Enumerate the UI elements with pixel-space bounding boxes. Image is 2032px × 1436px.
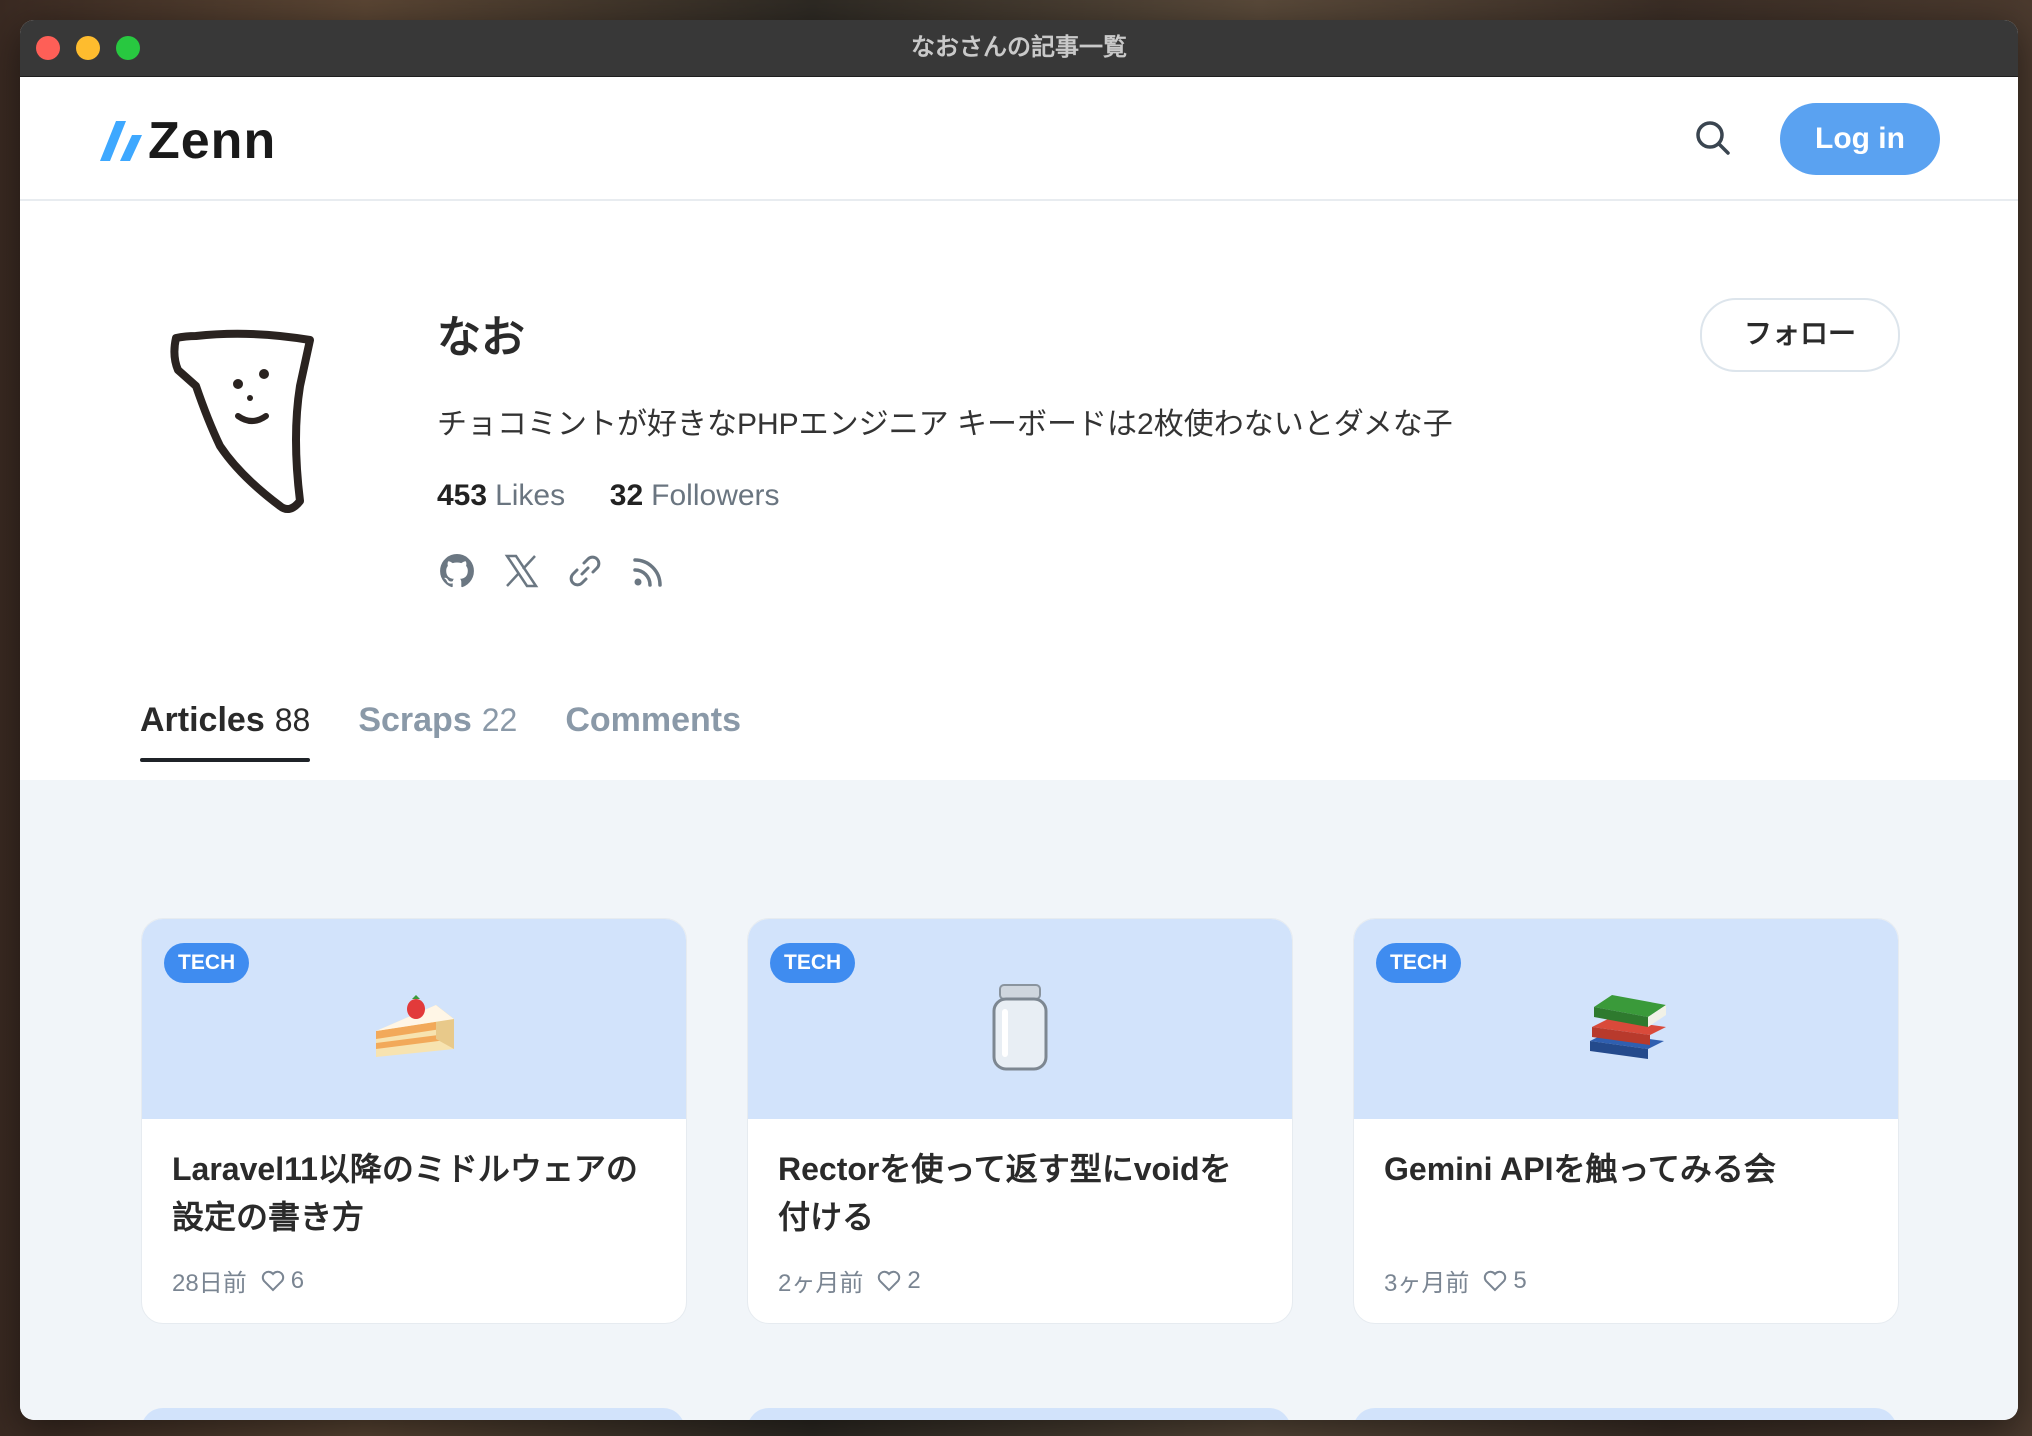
article-meta: 28日前 6 — [172, 1263, 304, 1298]
tech-badge[interactable]: TECH — [1376, 943, 1462, 983]
zenn-logo[interactable]: Zenn — [100, 111, 276, 171]
search-icon — [1696, 121, 1730, 155]
article-time: 28日前 — [172, 1270, 247, 1297]
article-likes: 6 — [290, 1266, 305, 1294]
heart-icon — [1484, 1270, 1507, 1291]
x-icon — [504, 554, 539, 588]
tech-badge[interactable]: TECH — [164, 943, 250, 983]
tab-articles-label: Articles — [140, 701, 265, 739]
x-link[interactable] — [501, 551, 541, 591]
article-card-header: TECH — [142, 919, 686, 1119]
article-card[interactable]: TECH Laravel11以降のミドルウェアの設定の書き方 28日前 6 — [141, 918, 687, 1324]
article-time: 2ヶ月前 — [778, 1270, 864, 1297]
site-header: Zenn Log in — [20, 77, 2018, 201]
article-list: TECH Laravel11以降のミドルウェアの設定の書き方 28日前 6 TE… — [20, 780, 2018, 1420]
title-bar: なおさんの記事一覧 — [20, 20, 2018, 77]
login-button[interactable]: Log in — [1780, 103, 1940, 175]
tab-articles[interactable]: Articles 88 — [140, 701, 311, 762]
article-card-header: TECH — [748, 919, 1292, 1119]
article-time: 3ヶ月前 — [1384, 1270, 1470, 1297]
article-card-partial[interactable] — [1353, 1408, 1897, 1420]
social-links — [437, 551, 669, 591]
likes-count: 453 — [437, 479, 488, 512]
window-title: なおさんの記事一覧 — [911, 34, 1127, 61]
profile-bio: チョコミントが好きなPHPエンジニア キーボードは2枚使わないとダメな子 — [437, 408, 1453, 441]
profile-name: なお — [437, 313, 525, 362]
followers-label[interactable]: Followers — [651, 479, 779, 512]
rss-link[interactable] — [629, 551, 669, 591]
tab-comments-label: Comments — [565, 701, 742, 739]
article-card-partial[interactable] — [747, 1408, 1291, 1420]
github-icon — [440, 554, 474, 588]
article-card-header: TECH — [1354, 919, 1898, 1119]
github-link[interactable] — [437, 551, 477, 591]
tab-articles-count: 88 — [274, 702, 311, 738]
heart-icon — [878, 1270, 901, 1291]
profile-stats: 453 Likes 32 Followers — [437, 479, 780, 513]
search-button[interactable] — [1690, 115, 1738, 163]
profile-tabs: Articles 88 Scraps 22 Comments — [140, 701, 741, 762]
article-likes: 2 — [907, 1266, 921, 1294]
books-icon — [1590, 995, 1666, 1059]
tab-scraps-label: Scraps — [358, 701, 472, 739]
follow-button[interactable]: フォロー — [1700, 298, 1900, 372]
tab-scraps-count: 22 — [481, 702, 518, 738]
article-card[interactable]: TECH Gemini APIを触ってみる会 3ヶ月前 5 — [1353, 918, 1899, 1324]
article-card-partial[interactable] — [141, 1408, 685, 1420]
article-meta: 3ヶ月前 5 — [1384, 1263, 1527, 1298]
cake-icon — [376, 995, 454, 1057]
avatar — [170, 329, 314, 514]
zenn-logo-icon — [100, 121, 142, 161]
tech-badge[interactable]: TECH — [770, 943, 856, 983]
article-title[interactable]: Gemini APIを触ってみる会 — [1384, 1145, 1864, 1193]
rss-icon — [633, 558, 662, 587]
likes-label: Likes — [495, 479, 566, 512]
article-card[interactable]: TECH Rectorを使って返す型にvoidを付ける 2ヶ月前 2 — [747, 918, 1293, 1324]
article-meta: 2ヶ月前 2 — [778, 1263, 921, 1298]
article-title[interactable]: Laravel11以降のミドルウェアの設定の書き方 — [172, 1145, 652, 1241]
link-icon — [569, 555, 601, 587]
tab-comments[interactable]: Comments — [565, 701, 741, 762]
logo-text: Zenn — [148, 112, 277, 170]
browser-window: なおさんの記事一覧 Zenn Log in なお チョコミントが好きなPHPエン… — [20, 20, 2018, 1420]
followers-count[interactable]: 32 — [610, 479, 643, 512]
article-title[interactable]: Rectorを使って返す型にvoidを付ける — [778, 1145, 1258, 1241]
heart-icon — [261, 1270, 284, 1291]
tab-scraps[interactable]: Scraps 22 — [358, 701, 517, 762]
website-link[interactable] — [565, 551, 605, 591]
profile-section: なお チョコミントが好きなPHPエンジニア キーボードは2枚使わないとダメな子 … — [20, 201, 2018, 781]
article-likes: 5 — [1513, 1266, 1527, 1294]
jar-icon — [992, 984, 1048, 1071]
